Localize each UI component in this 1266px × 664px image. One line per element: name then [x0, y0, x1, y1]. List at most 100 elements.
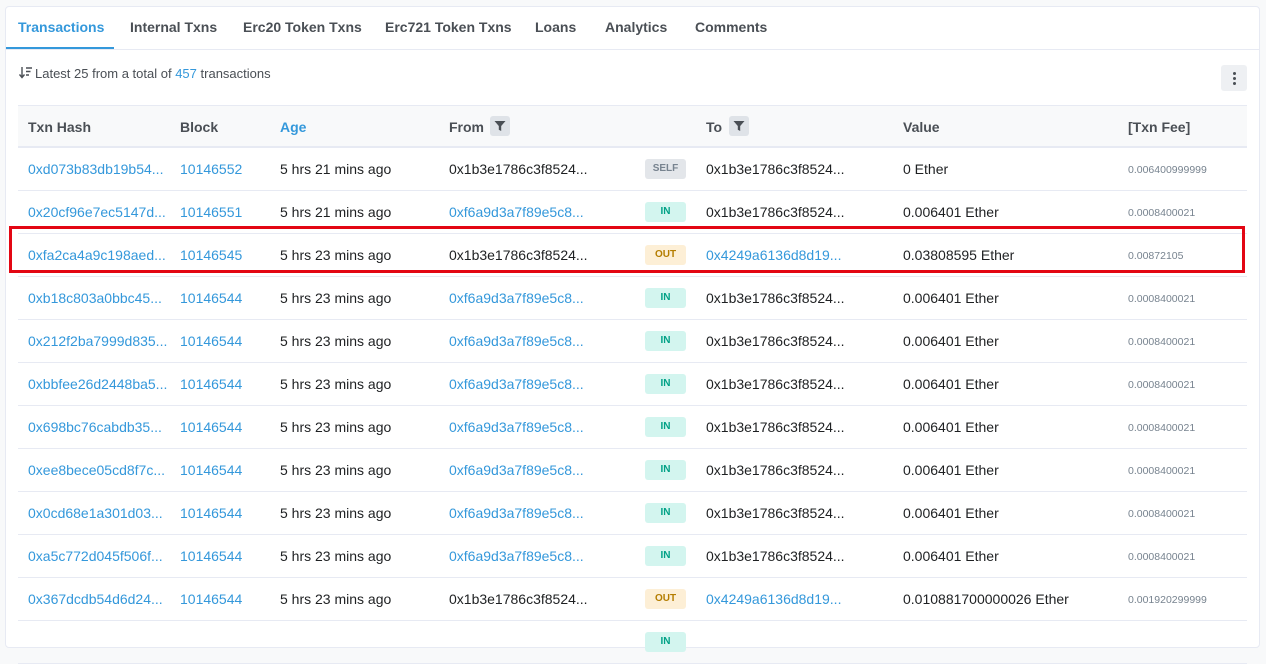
from-address[interactable]: 0xf6a9d3a7f89e5c8... — [449, 548, 584, 564]
transactions-summary: Latest 25 from a total of 457 transactio… — [19, 66, 271, 81]
direction-badge: IN — [645, 417, 686, 437]
block-link[interactable]: 10146551 — [180, 204, 242, 220]
age-text: 5 hrs 23 mins ago — [280, 591, 392, 607]
to-address[interactable]: 0x1b3e1786c3f8524... — [706, 204, 845, 220]
table-row: 0xb18c803a0bbc45... 10146544 5 hrs 23 mins… — [18, 277, 1247, 320]
txn-fee-text: 0.0008400021 — [1128, 551, 1196, 563]
tab-analytics[interactable]: Analytics — [605, 19, 667, 35]
block-link[interactable]: 10146544 — [180, 591, 242, 607]
tab-transactions[interactable]: Transactions — [18, 19, 104, 35]
tab-bar: Transactions Internal Txns Erc20 Token T… — [6, 7, 1259, 50]
to-address[interactable]: 0x1b3e1786c3f8524... — [706, 505, 845, 521]
from-address[interactable]: 0xf6a9d3a7f89e5c8... — [449, 333, 584, 349]
txn-hash-link[interactable]: 0xfa2ca4a9c198aed... — [28, 247, 166, 263]
summary-suffix: transactions — [200, 66, 271, 81]
table-body: 0xd073b83db19b54... 10146552 5 hrs 21 mins… — [18, 148, 1247, 664]
value-text: 0.006401 Ether — [903, 204, 999, 220]
from-address[interactable]: 0x1b3e1786c3f8524... — [449, 161, 588, 177]
txn-hash-link[interactable]: 0xd073b83db19b54... — [28, 161, 163, 177]
sort-icon — [19, 67, 32, 79]
txn-hash-link[interactable]: 0xb18c803a0bbc45... — [28, 290, 162, 306]
table-row: 0x367dcdb54d6d24... 10146544 5 hrs 23 mins… — [18, 578, 1247, 621]
value-text: 0.006401 Ether — [903, 290, 999, 306]
value-text: 0.006401 Ether — [903, 548, 999, 564]
to-address[interactable]: 0x1b3e1786c3f8524... — [706, 161, 845, 177]
table-row: 0x20cf96e7ec5147d... 10146551 5 hrs 21 min… — [18, 191, 1247, 234]
value-text: 0 Ether — [903, 161, 949, 177]
from-address[interactable]: 0xf6a9d3a7f89e5c8... — [449, 204, 584, 220]
txn-fee-text: 0.006400999999 — [1128, 164, 1207, 176]
header-age[interactable]: Age — [280, 119, 306, 135]
direction-badge: OUT — [645, 245, 686, 265]
txn-hash-link[interactable]: 0x212f2ba7999d835... — [28, 333, 167, 349]
more-icon-dot — [1233, 77, 1236, 80]
from-address[interactable]: 0xf6a9d3a7f89e5c8... — [449, 505, 584, 521]
to-address[interactable]: 0x1b3e1786c3f8524... — [706, 333, 845, 349]
from-filter-button[interactable] — [490, 116, 510, 136]
age-text: 5 hrs 23 mins ago — [280, 333, 392, 349]
value-text: 0.03808595 Ether — [903, 247, 1015, 263]
block-link[interactable]: 10146545 — [180, 247, 242, 263]
from-address[interactable]: 0xf6a9d3a7f89e5c8... — [449, 462, 584, 478]
value-text: 0.006401 Ether — [903, 376, 999, 392]
txn-hash-link[interactable]: 0xee8bece05cd8f7c... — [28, 462, 165, 478]
block-link[interactable]: 10146544 — [180, 505, 242, 521]
to-address[interactable]: 0x1b3e1786c3f8524... — [706, 462, 845, 478]
to-address[interactable]: 0x1b3e1786c3f8524... — [706, 548, 845, 564]
from-address[interactable]: 0xf6a9d3a7f89e5c8... — [449, 419, 584, 435]
table-row: 0xee8bece05cd8f7c... 10146544 5 hrs 23 min… — [18, 449, 1247, 492]
age-text: 5 hrs 23 mins ago — [280, 290, 392, 306]
value-text: 0.006401 Ether — [903, 505, 999, 521]
txn-hash-link[interactable]: 0xa5c772d045f506f... — [28, 548, 163, 564]
txn-hash-link[interactable]: 0xbbfee26d2448ba5... — [28, 376, 167, 392]
block-link[interactable]: 10146552 — [180, 161, 242, 177]
transactions-table: Txn Hash Block Age From To Value [Txn Fe… — [18, 105, 1247, 664]
txn-hash-link[interactable]: 0x0cd68e1a301d03... — [28, 505, 163, 521]
tab-loans[interactable]: Loans — [535, 19, 576, 35]
block-link[interactable]: 10146544 — [180, 290, 242, 306]
table-row: 0xd073b83db19b54... 10146552 5 hrs 21 mins… — [18, 148, 1247, 191]
to-address[interactable]: 0x1b3e1786c3f8524... — [706, 290, 845, 306]
header-block: Block — [180, 119, 219, 135]
more-options-button[interactable] — [1221, 65, 1247, 91]
block-link[interactable]: 10146544 — [180, 419, 242, 435]
from-address[interactable]: 0xf6a9d3a7f89e5c8... — [449, 376, 584, 392]
to-address[interactable]: 0x4249a6136d8d19... — [706, 247, 841, 263]
to-address[interactable]: 0x4249a6136d8d19... — [706, 591, 841, 607]
value-text: 0.010881700000026 Ether — [903, 591, 1069, 607]
direction-badge: IN — [645, 331, 686, 351]
block-link[interactable]: 10146544 — [180, 333, 242, 349]
from-address[interactable]: 0x1b3e1786c3f8524... — [449, 591, 588, 607]
table-row: IN — [18, 621, 1247, 664]
direction-badge: IN — [645, 374, 686, 394]
txn-fee-text: 0.0008400021 — [1128, 422, 1196, 434]
txn-hash-link[interactable]: 0x367dcdb54d6d24... — [28, 591, 163, 607]
txn-hash-link[interactable]: 0x20cf96e7ec5147d... — [28, 204, 166, 220]
active-tab-indicator — [6, 47, 114, 49]
to-address[interactable]: 0x1b3e1786c3f8524... — [706, 376, 845, 392]
direction-badge: IN — [645, 546, 686, 566]
direction-badge: IN — [645, 288, 686, 308]
tab-erc20-token-txns[interactable]: Erc20 Token Txns — [243, 19, 362, 35]
table-row: 0xbbfee26d2448ba5... 10146544 5 hrs 23 min… — [18, 363, 1247, 406]
tab-internal-txns[interactable]: Internal Txns — [130, 19, 217, 35]
tab-erc721-token-txns[interactable]: Erc721 Token Txns — [385, 19, 512, 35]
header-from: From — [449, 119, 484, 135]
txn-hash-link[interactable]: 0x698bc76cabdb35... — [28, 419, 162, 435]
to-filter-button[interactable] — [729, 116, 749, 136]
value-text: 0.006401 Ether — [903, 333, 999, 349]
to-address[interactable]: 0x1b3e1786c3f8524... — [706, 419, 845, 435]
txn-fee-text: 0.0008400021 — [1128, 508, 1196, 520]
from-address[interactable]: 0x1b3e1786c3f8524... — [449, 247, 588, 263]
from-address[interactable]: 0xf6a9d3a7f89e5c8... — [449, 290, 584, 306]
txn-fee-text: 0.0008400021 — [1128, 465, 1196, 477]
block-link[interactable]: 10146544 — [180, 376, 242, 392]
table-row: 0xfa2ca4a9c198aed... 10146545 5 hrs 23 min… — [18, 234, 1247, 277]
age-text: 5 hrs 23 mins ago — [280, 247, 392, 263]
block-link[interactable]: 10146544 — [180, 548, 242, 564]
direction-badge: IN — [645, 460, 686, 480]
table-row: 0x698bc76cabdb35... 10146544 5 hrs 23 mins… — [18, 406, 1247, 449]
transaction-count[interactable]: 457 — [175, 66, 197, 81]
block-link[interactable]: 10146544 — [180, 462, 242, 478]
tab-comments[interactable]: Comments — [695, 19, 767, 35]
